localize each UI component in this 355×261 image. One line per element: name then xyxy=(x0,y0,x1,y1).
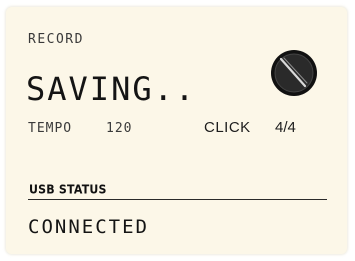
tempo-label: TEMPO xyxy=(28,121,73,136)
rotary-knob-icon[interactable] xyxy=(269,48,319,98)
click-value: 4/4 xyxy=(275,119,296,136)
device-display-panel: RECORD SAVING.. TEMPO 120 CLICK 4/4 USB … xyxy=(6,7,347,254)
usb-status-heading: USB STATUS xyxy=(29,182,107,197)
tempo-value: 120 xyxy=(106,121,133,136)
click-label: CLICK xyxy=(204,119,251,136)
record-label: RECORD xyxy=(28,32,84,47)
usb-status-value: CONNECTED xyxy=(28,216,149,238)
section-divider xyxy=(28,199,327,200)
record-status: SAVING.. xyxy=(26,70,197,108)
